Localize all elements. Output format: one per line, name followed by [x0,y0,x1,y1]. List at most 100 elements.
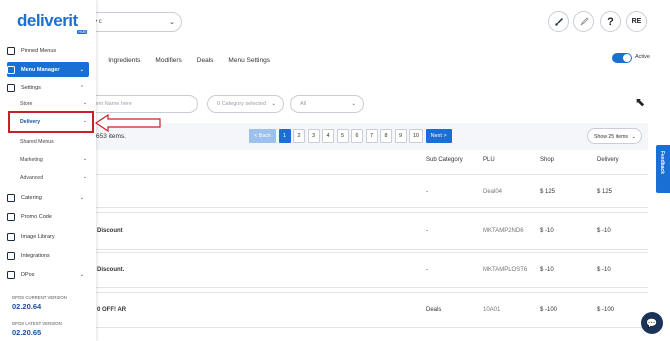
sidebar-item-label: Promo Code [21,213,52,220]
sidebar-item-label: Integrations [21,252,50,259]
current-version-value: 02.20.64 [12,302,42,311]
integrations-icon [7,251,15,260]
row-delivery-price: $ -100 [597,307,615,313]
cursor-action-icon[interactable]: ⬉ [630,95,650,113]
pin-icon [7,46,15,55]
row-shop-price: $ -100 [540,307,558,313]
sidebar-item-label: Menu Manager [21,66,60,73]
logo: deliverit [17,11,78,30]
row-delivery-price: $ -10 [597,228,611,234]
sidebar-item-label: Catering [21,194,42,201]
sidebar-item-dpos[interactable]: DPos ⌄ [7,267,89,282]
logo-badge: HUB [77,30,88,34]
row-subcategory: - [426,189,428,195]
image-icon [7,232,15,241]
chevron-down-icon: ⌄ [79,271,84,278]
feedback-label: Feedback [659,151,665,175]
page-button[interactable]: 8 [380,129,392,143]
sidebar-item-label: Pinned Menus [21,47,57,54]
table-row[interactable]: Discount. - MKTAMPLOST6 $ -10 $ -10 [90,252,648,288]
chevron-down-icon: ⌄ [351,101,356,107]
category-filter-value: 0 Category selected [217,101,266,107]
sidebar: deliverit HUB Pinned Menus Menu Manager … [0,0,96,341]
tab-menu-settings[interactable]: Menu Settings [228,57,270,64]
row-shop-price: $ -10 [540,228,554,234]
sidebar-item-integrations[interactable]: Integrations [7,248,89,263]
active-toggle-label: Active [635,54,650,60]
promo-icon [7,212,15,221]
dpos-icon [7,270,15,279]
sidebar-subitem-store[interactable]: Store [20,101,32,107]
page-button[interactable]: 4 [322,129,334,143]
search-input[interactable]: tem Name here [80,95,198,113]
pagination: < Back 1 2 3 4 5 6 7 8 9 10 Next > [249,129,452,143]
page-button[interactable]: 3 [307,129,320,143]
version-panel: DPOS CURRENT VERSION 02.20.64 DPOS LATES… [0,289,92,341]
annotation-arrow [94,114,161,132]
table-row[interactable]: 0 OFF! AR Deals 10A01 $ -100 $ -100 [90,292,648,328]
sidebar-item-label: Image Library [21,233,55,240]
type-filter[interactable]: All ⌄ [290,95,364,113]
settings-icon [7,83,15,92]
catering-icon [7,193,15,202]
active-toggle[interactable] [612,53,632,63]
column-header-plu: PLU [483,157,495,163]
page-button[interactable]: 5 [336,129,349,143]
page-size-value: Show 25 items [594,133,629,140]
tab-ingredients[interactable]: Ingredients [108,57,140,64]
help-icon[interactable]: ? [600,11,621,32]
sidebar-item-catering[interactable]: Catering ⌄ [7,190,89,205]
chevron-down-icon: ⌄ [169,19,175,26]
sidebar-item-label: DPos [21,271,35,278]
chat-icon[interactable]: 💬 [641,312,663,334]
category-filter[interactable]: 0 Category selected ⌄ [207,95,284,113]
sidebar-item-promo-code[interactable]: Promo Code [7,209,89,224]
rocket-outline-icon[interactable] [573,11,594,32]
sidebar-subitem-advanced[interactable]: Advanced [20,175,43,181]
column-header-subcategory: Sub Category [426,157,463,163]
chevron-down-icon: ⌄ [271,101,276,107]
prev-page-button[interactable]: < Back [249,129,276,143]
chevron-down-icon: ⌄ [83,100,88,106]
page-button[interactable]: 10 [409,129,424,143]
table-row[interactable]: - Deal04 $ 125 $ 125 [90,174,648,208]
sidebar-subitem-marketing[interactable]: Marketing [20,157,43,163]
next-page-button[interactable]: Next > [425,129,452,143]
row-name: Discount [97,228,123,234]
items-count: 653 items. [96,133,126,140]
row-delivery-price: $ -10 [597,267,611,273]
feedback-tab[interactable]: Feedback [656,145,670,193]
sidebar-item-settings[interactable]: Settings ⌃ [7,80,89,95]
row-name: 0 OFF! AR [97,307,127,313]
row-subcategory: - [426,228,428,234]
search-placeholder: tem Name here [94,101,132,107]
sidebar-subitem-shared-menus[interactable]: Shared Menus [20,139,54,145]
tab-deals[interactable]: Deals [197,57,214,64]
location-select-value: • c [95,19,102,25]
menu-tabs: s Ingredients Modifiers Deals Menu Setti… [90,57,285,64]
latest-version-value: 02.20.65 [12,328,42,337]
row-plu: MKTAMPLOST6 [483,267,528,273]
page-button[interactable]: 2 [293,129,305,143]
sidebar-item-image-library[interactable]: Image Library [7,229,89,244]
page-button[interactable]: 1 [278,129,291,143]
latest-version-label: DPOS LATEST VERSION [12,321,62,326]
annotation-highlight-box [8,111,94,133]
sidebar-item-pinned-menus[interactable]: Pinned Menus [7,43,89,58]
page-button[interactable]: 7 [365,129,378,143]
avatar[interactable]: RE [626,11,647,32]
sidebar-item-label: Settings [21,84,41,91]
chevron-down-icon: ⌄ [83,156,88,162]
row-subcategory: - [426,267,428,273]
rocket-icon[interactable] [548,11,569,32]
table-row[interactable]: Discount - MKTAMP2ND6 $ -10 $ -10 [90,212,648,250]
page-button[interactable]: 9 [394,129,407,143]
page-size-select[interactable]: Show 25 items ⌄ [587,128,642,144]
page-button[interactable]: 6 [351,129,363,143]
row-plu: MKTAMP2ND6 [483,228,524,234]
sidebar-item-menu-manager[interactable]: Menu Manager ⌄ [7,62,89,77]
tab-modifiers[interactable]: Modifiers [155,57,181,64]
chevron-up-icon: ⌃ [79,84,84,91]
menu-icon [7,65,15,74]
chevron-down-icon: ⌄ [79,194,84,201]
